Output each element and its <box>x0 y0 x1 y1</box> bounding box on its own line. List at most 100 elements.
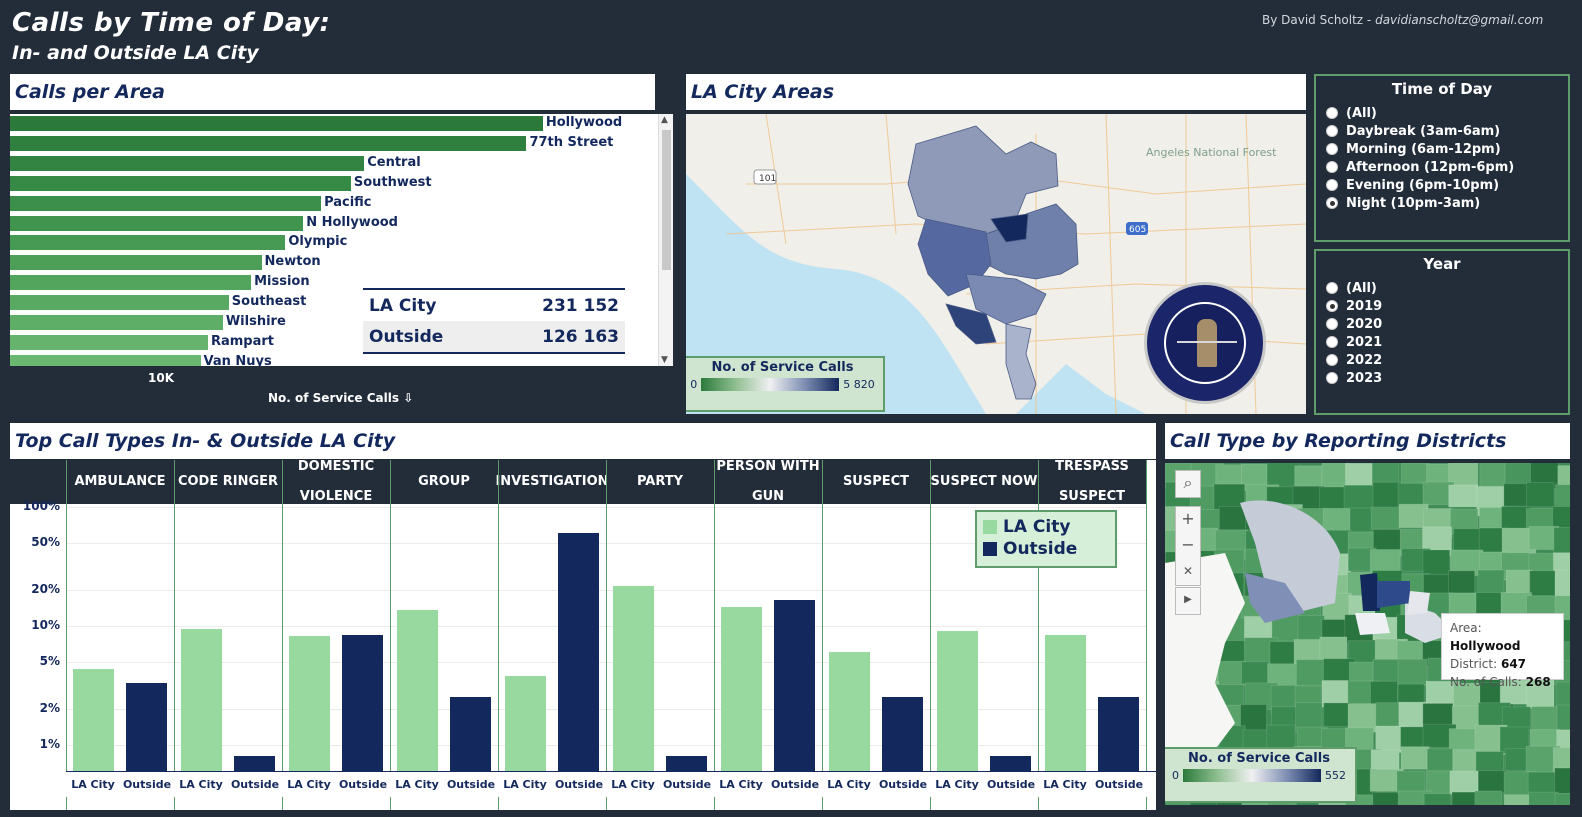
radio-button[interactable] <box>1326 107 1338 119</box>
scrollbar-thumb[interactable] <box>662 130 671 270</box>
time-of-day-option[interactable]: Night (10pm-3am) <box>1326 194 1568 212</box>
district-tile[interactable] <box>1531 706 1562 734</box>
time-of-day-option[interactable]: Afternoon (12pm-6pm) <box>1326 158 1568 176</box>
district-tile[interactable] <box>1448 484 1479 508</box>
call-type-bar[interactable] <box>990 756 1031 771</box>
radio-button[interactable] <box>1326 197 1338 209</box>
year-option[interactable]: 2023 <box>1326 369 1568 387</box>
scroll-down-icon[interactable]: ▼ <box>661 355 668 365</box>
radio-button[interactable] <box>1326 143 1338 155</box>
district-tile[interactable] <box>1503 794 1533 805</box>
call-type-bar[interactable] <box>289 636 330 771</box>
district-tile[interactable] <box>1529 570 1559 598</box>
call-type-bar[interactable] <box>450 697 491 771</box>
zoom-in-icon[interactable]: + <box>1176 507 1200 533</box>
area-bar[interactable] <box>10 155 365 171</box>
district-tile[interactable] <box>1319 636 1348 662</box>
radio-button[interactable] <box>1326 336 1338 348</box>
district-tile[interactable] <box>1525 481 1555 508</box>
dashboard-subtitle: In- and Outside LA City <box>12 42 259 64</box>
radio-button[interactable] <box>1326 318 1338 330</box>
radio-button[interactable] <box>1326 161 1338 173</box>
district-tile[interactable] <box>1322 507 1351 534</box>
district-tile[interactable] <box>1553 526 1570 555</box>
sort-icon[interactable]: ⇩ <box>403 391 413 405</box>
area-bar[interactable] <box>10 334 208 350</box>
radio-button[interactable] <box>1326 179 1338 191</box>
area-bar[interactable] <box>10 195 322 211</box>
area-bar[interactable] <box>10 135 527 151</box>
area-bar[interactable] <box>10 275 252 291</box>
year-option[interactable]: 2021 <box>1326 333 1568 351</box>
call-type-bar[interactable] <box>505 675 546 771</box>
district-tile[interactable] <box>1554 792 1570 805</box>
radio-button[interactable] <box>1326 354 1338 366</box>
area-bar-label: Rampart <box>210 333 274 349</box>
author-email[interactable]: davidianscholtz@gmail.com <box>1375 13 1543 27</box>
scroll-up-icon[interactable]: ▲ <box>661 115 668 125</box>
district-tile[interactable] <box>1372 481 1402 509</box>
time-of-day-option[interactable]: Evening (6pm-10pm) <box>1326 176 1568 194</box>
call-type-bar[interactable] <box>613 586 654 771</box>
call-type-bar[interactable] <box>397 610 438 771</box>
district-tile[interactable] <box>1370 506 1401 530</box>
map-search-icon[interactable]: ⌕ <box>1175 470 1201 498</box>
call-type-bar[interactable] <box>558 532 599 771</box>
call-type-bar[interactable] <box>829 652 870 771</box>
reset-map-icon[interactable]: ✕ <box>1176 559 1200 585</box>
call-type-bar[interactable] <box>73 669 114 771</box>
district-tile[interactable] <box>1422 549 1451 576</box>
district-tile[interactable] <box>1449 770 1479 794</box>
district-tile[interactable] <box>1423 793 1452 805</box>
call-type-bar[interactable] <box>1045 635 1086 771</box>
year-option[interactable]: 2020 <box>1326 315 1568 333</box>
area-bar[interactable] <box>10 354 201 366</box>
call-type-bar[interactable] <box>126 683 167 771</box>
call-type-bar[interactable] <box>937 630 978 771</box>
district-tile[interactable] <box>1400 746 1430 770</box>
call-type-bar[interactable] <box>882 697 923 771</box>
call-type-bar[interactable] <box>1098 697 1139 771</box>
year-option[interactable]: 2019 <box>1326 297 1568 315</box>
district-tile[interactable] <box>1344 463 1375 488</box>
area-bar[interactable] <box>10 235 286 251</box>
time-of-day-option[interactable]: (All) <box>1326 104 1568 122</box>
radio-button[interactable] <box>1326 282 1338 294</box>
radio-button[interactable] <box>1326 125 1338 137</box>
district-tile[interactable] <box>1477 770 1507 794</box>
call-type-bar[interactable] <box>774 599 815 771</box>
area-bar[interactable] <box>10 315 223 330</box>
time-of-day-option[interactable]: Morning (6am-12pm) <box>1326 140 1568 158</box>
call-type-bar[interactable] <box>666 756 707 771</box>
area-bar[interactable] <box>10 255 262 271</box>
district-tile[interactable] <box>1477 569 1505 595</box>
calls-per-area-chart[interactable]: Hollywood 77th Street Central Southwest Paci… <box>10 114 673 366</box>
district-tile[interactable] <box>1397 658 1428 686</box>
call-type-bar[interactable] <box>181 629 222 771</box>
time-of-day-option[interactable]: Daybreak (3am-6am) <box>1326 122 1568 140</box>
year-option[interactable]: (All) <box>1326 279 1568 297</box>
district-tile[interactable] <box>1554 767 1570 795</box>
radio-button[interactable] <box>1326 372 1338 384</box>
call-type-bar[interactable] <box>234 756 275 771</box>
area-bar[interactable] <box>10 295 229 311</box>
district-tile[interactable] <box>1474 790 1503 805</box>
district-tile[interactable] <box>1528 791 1559 805</box>
call-type-bar[interactable] <box>342 635 383 771</box>
map-toolbar-expand-icon[interactable]: ▶ <box>1175 587 1201 615</box>
district-tile[interactable] <box>1505 569 1533 595</box>
call-type-bar[interactable] <box>721 606 762 771</box>
district-tile[interactable] <box>1554 569 1570 599</box>
area-scrollbar[interactable]: ▲ ▼ <box>658 114 673 366</box>
district-tile[interactable] <box>1213 483 1246 511</box>
district-tile[interactable] <box>1266 724 1296 749</box>
area-bar[interactable] <box>10 215 304 231</box>
area-bar[interactable] <box>10 116 543 131</box>
area-bar[interactable] <box>10 175 351 191</box>
district-tile[interactable] <box>1318 486 1348 510</box>
zoom-out-icon[interactable]: − <box>1176 533 1200 559</box>
radio-button[interactable] <box>1326 300 1338 312</box>
district-tile[interactable] <box>1241 661 1270 685</box>
la-city-areas-map[interactable]: Angeles National Forest 101 605 No. of S… <box>686 114 1306 414</box>
year-option[interactable]: 2022 <box>1326 351 1568 369</box>
